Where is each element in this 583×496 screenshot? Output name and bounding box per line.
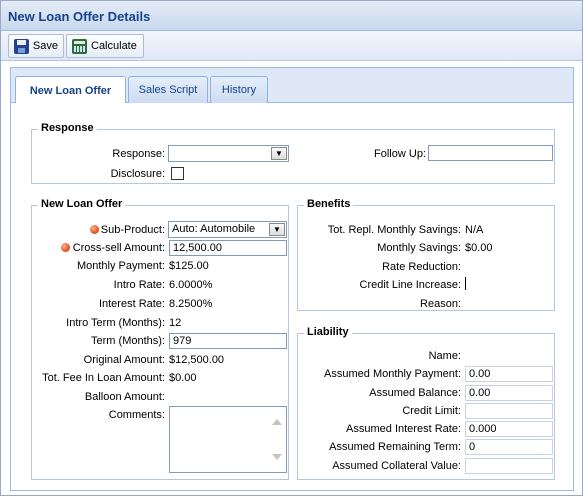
scroll-down-icon[interactable] xyxy=(272,454,282,460)
follow-up-input[interactable] xyxy=(428,145,553,161)
assumed-collateral-value-input[interactable] xyxy=(465,458,553,474)
credit-limit-label: Credit Limit: xyxy=(402,405,461,417)
new-loan-offer-legend: New Loan Offer xyxy=(38,198,126,210)
liability-legend: Liability xyxy=(304,326,352,338)
disclosure-checkbox[interactable] xyxy=(171,167,184,180)
intro-rate-value: 6.0000% xyxy=(169,279,213,291)
term-months-label: Term (Months): xyxy=(91,335,165,347)
chevron-down-icon[interactable]: ▼ xyxy=(269,223,285,236)
tab-body-new-loan-offer: Response Response: ▼ Follow Up: Disclosu… xyxy=(11,103,573,490)
tab-new-loan-offer[interactable]: New Loan Offer xyxy=(15,76,126,104)
floppy-disk-icon xyxy=(14,38,29,54)
toolbar: Save Calculate xyxy=(1,31,582,61)
comments-label: Comments: xyxy=(108,409,165,421)
tab-sales-script[interactable]: Sales Script xyxy=(128,76,208,103)
save-button[interactable]: Save xyxy=(8,34,64,58)
intro-term-label: Intro Term (Months): xyxy=(66,317,165,329)
cross-sell-amount-label: Cross-sell Amount: xyxy=(72,242,165,254)
assumed-balance-input[interactable]: 0.00 xyxy=(465,385,553,401)
sub-product-value: Auto: Automobile xyxy=(172,223,256,235)
follow-up-label: Follow Up: xyxy=(374,148,426,160)
interest-rate-label: Interest Rate: xyxy=(98,298,165,310)
comments-textarea[interactable] xyxy=(169,406,287,473)
assumed-monthly-payment-label: Assumed Monthly Payment: xyxy=(324,368,461,380)
new-loan-offer-fieldset: New Loan Offer Sub-Product: Auto: Automo… xyxy=(31,198,289,480)
monthly-savings-label: Monthly Savings: xyxy=(377,242,461,254)
original-amount-label: Original Amount: xyxy=(83,354,165,366)
tot-fee-value: $0.00 xyxy=(169,372,197,384)
monthly-payment-label: Monthly Payment: xyxy=(76,260,165,272)
assumed-monthly-payment-input[interactable]: 0.00 xyxy=(465,366,553,382)
calculate-button-label: Calculate xyxy=(91,40,137,52)
comments-scrollbar[interactable] xyxy=(269,407,286,472)
save-button-label: Save xyxy=(32,40,58,52)
tot-repl-monthly-savings-value: N/A xyxy=(465,224,484,236)
benefits-fieldset: Benefits Tot. Repl. Monthly Savings: N/A… xyxy=(297,198,555,311)
tab-strip: New Loan Offer Sales Script History xyxy=(11,68,573,104)
tot-fee-label: Tot. Fee In Loan Amount: xyxy=(42,372,165,384)
monthly-savings-value: $0.00 xyxy=(465,242,493,254)
chevron-down-icon[interactable]: ▼ xyxy=(271,147,287,160)
tab-history[interactable]: History xyxy=(210,76,268,103)
benefits-legend: Benefits xyxy=(304,198,354,210)
credit-line-increase-cursor[interactable] xyxy=(465,277,466,290)
tot-repl-monthly-savings-label: Tot. Repl. Monthly Savings: xyxy=(327,224,461,236)
title-bar: New Loan Offer Details xyxy=(1,1,582,31)
rate-reduction-label: Rate Reduction: xyxy=(382,261,461,273)
monthly-payment-value: $125.00 xyxy=(169,260,209,272)
disclosure-label: Disclosure: xyxy=(110,168,165,180)
tab-panel: New Loan Offer Sales Script History Resp… xyxy=(10,67,574,491)
cross-sell-amount-input[interactable]: 12,500.00 xyxy=(169,240,287,256)
sub-product-label: Sub-Product: xyxy=(100,224,165,236)
assumed-remaining-term-label: Assumed Remaining Term: xyxy=(329,441,461,453)
liability-fieldset: Liability Name: Assumed Monthly Payment:… xyxy=(297,326,555,480)
scroll-up-icon[interactable] xyxy=(272,419,282,425)
response-fieldset: Response Response: ▼ Follow Up: Disclosu… xyxy=(31,122,555,184)
calculator-icon xyxy=(72,38,87,54)
calculate-button[interactable]: Calculate xyxy=(66,34,144,58)
interest-rate-value: 8.2500% xyxy=(169,298,213,310)
sub-product-select[interactable]: Auto: Automobile ▼ xyxy=(168,221,287,238)
term-months-input[interactable]: 979 xyxy=(169,333,287,349)
intro-rate-label: Intro Rate: xyxy=(113,279,165,291)
reason-label: Reason: xyxy=(420,298,461,310)
response-legend: Response xyxy=(38,122,97,134)
assumed-remaining-term-input[interactable]: 0 xyxy=(465,439,553,455)
assumed-collateral-value-label: Assumed Collateral Value: xyxy=(332,460,461,472)
balloon-amount-label: Balloon Amount: xyxy=(84,391,165,403)
assumed-interest-rate-input[interactable]: 0.000 xyxy=(465,421,553,437)
credit-line-increase-label: Credit Line Increase: xyxy=(359,279,462,291)
intro-term-value: 12 xyxy=(169,317,182,329)
original-amount-value: $12,500.00 xyxy=(169,354,225,366)
loan-offer-window: New Loan Offer Details Save Calculate Ne… xyxy=(0,0,583,496)
window-title: New Loan Offer Details xyxy=(8,9,151,24)
credit-limit-input[interactable] xyxy=(465,403,553,419)
liability-name-label: Name: xyxy=(428,350,461,362)
response-label: Response: xyxy=(112,148,165,160)
assumed-balance-label: Assumed Balance: xyxy=(369,387,461,399)
response-select[interactable]: ▼ xyxy=(168,145,289,162)
assumed-interest-rate-label: Assumed Interest Rate: xyxy=(346,423,461,435)
